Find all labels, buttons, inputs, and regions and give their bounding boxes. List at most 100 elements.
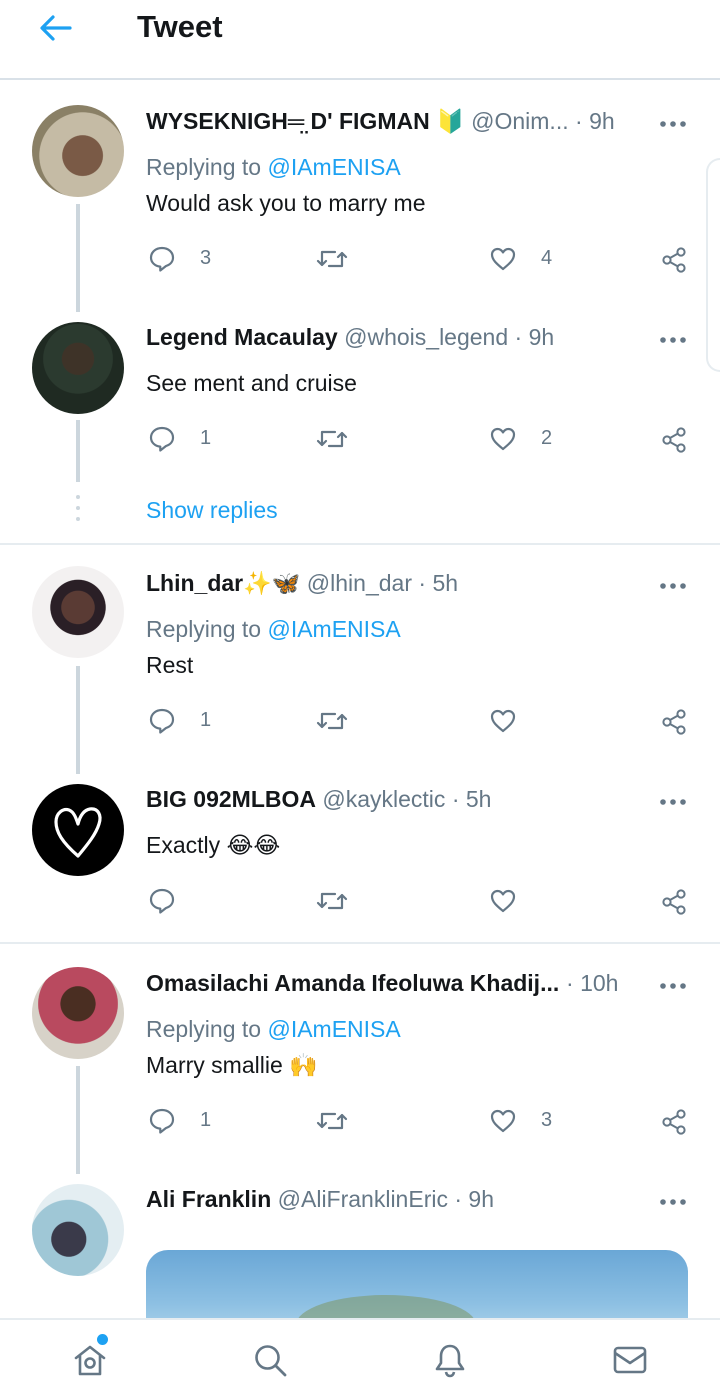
heart-icon [490, 1109, 516, 1133]
display-name[interactable]: Ali Franklin [146, 1186, 271, 1212]
nav-search[interactable] [180, 1320, 360, 1384]
search-icon [255, 1345, 287, 1377]
reply-count: 1 [200, 709, 212, 731]
share-button[interactable] [660, 246, 688, 276]
display-name[interactable]: Legend Macaulay [146, 324, 338, 350]
thread-line [76, 420, 80, 482]
top-app-bar: Tweet [0, 0, 720, 80]
timestamp[interactable]: 9h [529, 324, 555, 350]
tweet-text: Would ask you to marry me [146, 190, 426, 216]
reply-button[interactable] [148, 887, 188, 917]
retweet-button[interactable] [316, 707, 356, 737]
mention-link[interactable]: @IAmENISA [267, 1016, 400, 1042]
divider [0, 942, 720, 944]
share-icon [662, 247, 686, 273]
display-name[interactable]: BIG 092MLBOA [146, 786, 316, 812]
divider [0, 543, 720, 545]
thread-dots [76, 495, 80, 528]
separator: · [514, 324, 523, 350]
page-title: Tweet [137, 9, 223, 44]
scroll-edge [706, 158, 720, 372]
retweet-button[interactable] [316, 887, 356, 917]
display-name[interactable]: Lhin_dar✨🦋 [146, 570, 300, 596]
retweet-button[interactable] [316, 1107, 356, 1137]
tweet-text: Marry smallie 🙌 [146, 1052, 318, 1078]
like-button[interactable] [489, 707, 529, 737]
avatar[interactable] [32, 1184, 124, 1276]
tweet-text: Rest [146, 652, 194, 678]
tweet-header: WYSEKNIGH═̤ D' FIGMAN 🔰 @Onim... · 9h [146, 106, 615, 136]
reply-count: 1 [200, 1109, 212, 1131]
like-button[interactable]: 4 [489, 245, 569, 275]
retweet-button[interactable] [316, 245, 356, 275]
retweet-icon [316, 892, 348, 910]
more-options-icon[interactable] [658, 119, 688, 129]
timestamp[interactable]: 5h [466, 786, 492, 812]
heart-icon [490, 709, 516, 733]
retweet-icon [316, 430, 348, 448]
thread-line [76, 204, 80, 312]
display-name[interactable]: WYSEKNIGH═̤ D' FIGMAN 🔰 [146, 108, 465, 134]
replying-to: Replying to @IAmENISA [146, 1014, 401, 1044]
show-replies-link[interactable]: Show replies [146, 497, 278, 524]
tweet-header: Legend Macaulay @whois_legend · 9h [146, 322, 554, 352]
retweet-icon [316, 1112, 348, 1130]
bottom-navigation [0, 1318, 720, 1384]
tweet-header: Lhin_dar✨🦋 @lhin_dar · 5h [146, 568, 458, 598]
replying-to: Replying to @IAmENISA [146, 614, 401, 644]
display-name[interactable]: Omasilachi Amanda Ifeoluwa Khadij... [146, 970, 559, 996]
avatar[interactable] [32, 967, 124, 1059]
comment-icon [149, 708, 175, 734]
replying-to: Replying to @IAmENISA [146, 152, 401, 182]
share-button[interactable] [660, 708, 688, 738]
more-options-icon[interactable] [658, 797, 688, 807]
like-button[interactable] [489, 887, 529, 917]
retweet-button[interactable] [316, 425, 356, 455]
mention-link[interactable]: @IAmENISA [267, 616, 400, 642]
like-button[interactable]: 3 [489, 1107, 569, 1137]
bell-icon [435, 1344, 465, 1378]
share-button[interactable] [660, 426, 688, 456]
reply-button[interactable]: 1 [148, 707, 228, 737]
more-options-icon[interactable] [658, 581, 688, 591]
back-arrow-icon[interactable] [38, 13, 72, 43]
avatar[interactable] [32, 784, 124, 876]
share-button[interactable] [660, 888, 688, 918]
timestamp[interactable]: 9h [589, 108, 615, 134]
reply-button[interactable]: 1 [148, 1107, 228, 1137]
separator: · [418, 570, 427, 596]
more-options-icon[interactable] [658, 981, 688, 991]
handle[interactable]: @whois_legend [344, 324, 508, 350]
separator: · [575, 108, 583, 134]
comment-icon [149, 888, 175, 914]
nav-messages[interactable] [540, 1320, 720, 1384]
notification-dot [97, 1334, 108, 1345]
handle[interactable]: @Onim... [471, 108, 568, 134]
avatar[interactable] [32, 566, 124, 658]
nav-notifications[interactable] [360, 1320, 540, 1384]
thread-line [76, 666, 80, 774]
handle[interactable]: @AliFranklinEric [278, 1186, 448, 1212]
share-button[interactable] [660, 1108, 688, 1138]
timestamp[interactable]: 9h [468, 1186, 494, 1212]
timestamp[interactable]: 10h [580, 970, 618, 996]
comment-icon [149, 426, 175, 452]
avatar[interactable] [32, 322, 124, 414]
reply-button[interactable]: 1 [148, 425, 228, 455]
reply-button[interactable]: 3 [148, 245, 228, 275]
handle[interactable]: @lhin_dar [307, 570, 412, 596]
thread-line [76, 1066, 80, 1174]
share-icon [662, 427, 686, 453]
mention-link[interactable]: @IAmENISA [267, 154, 400, 180]
more-options-icon[interactable] [658, 335, 688, 345]
more-options-icon[interactable] [658, 1197, 688, 1207]
handle[interactable]: @kayklectic [322, 786, 445, 812]
avatar[interactable] [32, 105, 124, 197]
like-button[interactable]: 2 [489, 425, 569, 455]
nav-home[interactable] [0, 1320, 180, 1384]
like-count: 3 [541, 1109, 553, 1131]
comment-icon [149, 1108, 175, 1134]
timestamp[interactable]: 5h [432, 570, 458, 596]
mail-icon [613, 1346, 647, 1374]
reply-count: 1 [200, 427, 212, 449]
